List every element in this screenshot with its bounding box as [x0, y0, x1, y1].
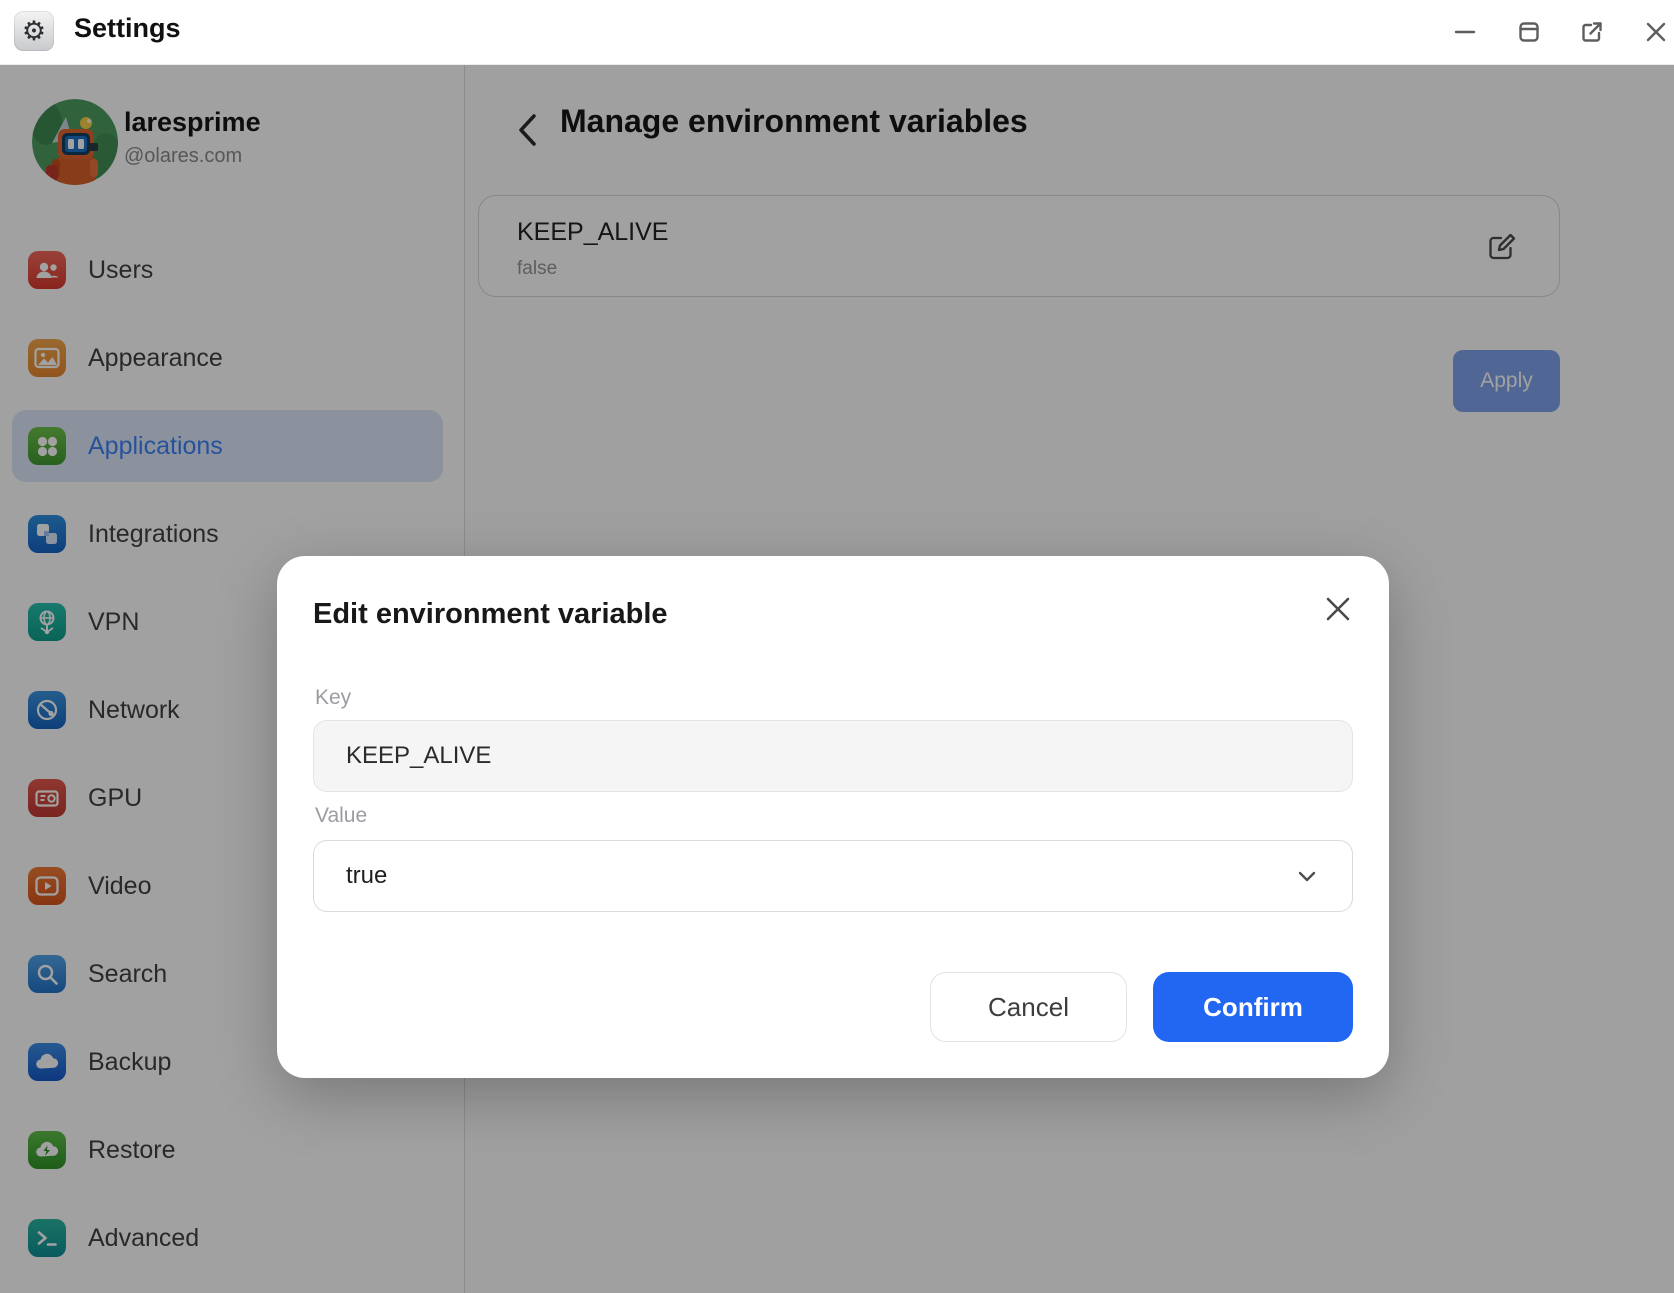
settings-app-icon: ⚙: [14, 11, 54, 51]
gear-icon: ⚙: [22, 18, 46, 45]
dialog-title: Edit environment variable: [313, 598, 668, 631]
app-area: laresprime @olares.com UsersAppearanceAp…: [0, 65, 1674, 1293]
dialog-close-button[interactable]: [1321, 592, 1355, 626]
open-external-button[interactable]: [1574, 14, 1610, 50]
value-select[interactable]: true: [313, 840, 1353, 912]
cancel-button[interactable]: Cancel: [930, 972, 1127, 1042]
maximize-button[interactable]: [1511, 14, 1547, 50]
close-icon: [1321, 592, 1355, 626]
value-selected-option: true: [346, 862, 1294, 890]
key-field-label: Key: [315, 686, 351, 710]
close-window-button[interactable]: [1638, 14, 1674, 50]
minimize-button[interactable]: [1447, 14, 1483, 50]
window-title: Settings: [74, 13, 181, 44]
edit-env-variable-dialog: Edit environment variable Key Value true…: [277, 556, 1389, 1078]
key-input[interactable]: [313, 720, 1353, 792]
maximize-icon: [1517, 20, 1541, 44]
minimize-icon: [1453, 20, 1477, 44]
open-external-icon: [1580, 20, 1604, 44]
confirm-button[interactable]: Confirm: [1153, 972, 1353, 1042]
chevron-down-icon: [1294, 863, 1320, 889]
window-titlebar: ⚙ Settings: [0, 0, 1674, 65]
value-field-label: Value: [315, 804, 367, 828]
close-icon: [1644, 20, 1668, 44]
